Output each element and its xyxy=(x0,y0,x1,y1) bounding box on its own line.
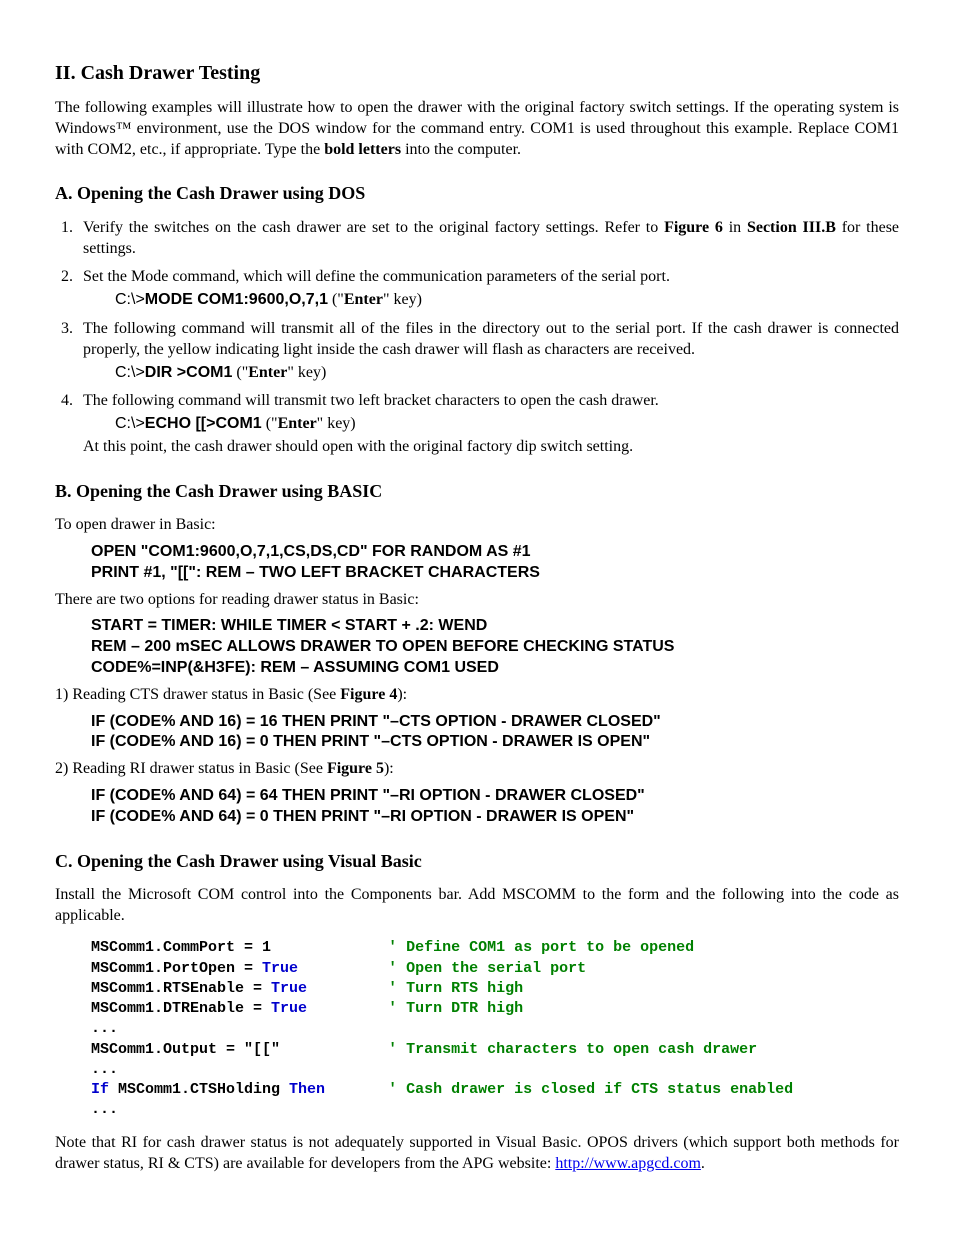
pad xyxy=(307,1000,388,1017)
list-item: The following command will transmit all … xyxy=(77,319,899,383)
intro-paragraph: The following examples will illustrate h… xyxy=(55,98,899,160)
text: 2) Reading RI drawer status in Basic (Se… xyxy=(55,760,327,777)
paragraph: Install the Microsoft COM control into t… xyxy=(55,885,899,927)
enter-key: Enter xyxy=(278,415,317,432)
text: The following command will transmit all … xyxy=(83,320,899,358)
code: ... xyxy=(91,1020,118,1037)
basic-code: OPEN "COM1:9600,O,7,1,CS,DS,CD" FOR RAND… xyxy=(91,542,899,584)
list-item: Verify the switches on the cash drawer a… xyxy=(77,218,899,260)
dos-steps-list: Verify the switches on the cash drawer a… xyxy=(55,218,899,458)
code-line: IF (CODE% AND 64) = 0 THEN PRINT "–RI OP… xyxy=(91,807,899,828)
bold-text: Section III.B xyxy=(747,219,836,236)
code-line: IF (CODE% AND 16) = 16 THEN PRINT "–CTS … xyxy=(91,712,899,733)
list-item: The following command will transmit two … xyxy=(77,391,899,457)
keyword: True xyxy=(262,960,298,977)
comment: ' Open the serial port xyxy=(388,960,586,977)
vb-code-block: MSComm1.CommPort = 1 ' Define COM1 as po… xyxy=(91,938,899,1120)
bold-text: Figure 4 xyxy=(340,686,397,703)
code: MSComm1.CTSHolding xyxy=(109,1081,289,1098)
text: " key) xyxy=(383,291,422,308)
subsection-a-heading: A. Opening the Cash Drawer using DOS xyxy=(55,182,899,205)
text: (" xyxy=(328,291,344,308)
comment: ' Define COM1 as port to be opened xyxy=(388,939,694,956)
bold-text: Figure 6 xyxy=(664,219,723,236)
code: MSComm1.DTREnable = xyxy=(91,1000,271,1017)
code-line: IF (CODE% AND 16) = 0 THEN PRINT "–CTS O… xyxy=(91,732,899,753)
pad xyxy=(325,1081,388,1098)
keyword: True xyxy=(271,1000,307,1017)
text: " key) xyxy=(287,364,326,381)
text: Note that RI for cash drawer status is n… xyxy=(55,1134,899,1172)
enter-key: Enter xyxy=(248,364,287,381)
pad xyxy=(307,980,388,997)
pad xyxy=(298,960,388,977)
comment: ' Transmit characters to open cash drawe… xyxy=(388,1041,757,1058)
command: MODE COM1:9600,O,7,1 xyxy=(145,291,328,308)
command: DIR >COM1 xyxy=(145,364,233,381)
text: Set the Mode command, which will define … xyxy=(83,268,670,285)
text: ): xyxy=(397,686,407,703)
text: . xyxy=(701,1155,705,1172)
code: MSComm1.RTSEnable = xyxy=(91,980,271,997)
text: The following command will transmit two … xyxy=(83,392,659,409)
text: (" xyxy=(232,364,248,381)
prompt: C:\> xyxy=(115,415,145,432)
subsection-c-heading: C. Opening the Cash Drawer using Visual … xyxy=(55,850,899,873)
section-heading: II. Cash Drawer Testing xyxy=(55,60,899,86)
bold-text: Figure 5 xyxy=(327,760,384,777)
subsection-b-heading: B. Opening the Cash Drawer using BASIC xyxy=(55,480,899,503)
keyword: True xyxy=(271,980,307,997)
code-line: REM – 200 mSEC ALLOWS DRAWER TO OPEN BEF… xyxy=(91,637,899,658)
text: Verify the switches on the cash drawer a… xyxy=(83,219,664,236)
code-line: CODE%=INP(&H3FE): REM – ASSUMING COM1 US… xyxy=(91,658,899,679)
apg-website-link[interactable]: http://www.apgcd.com xyxy=(555,1155,701,1172)
basic-code: IF (CODE% AND 16) = 16 THEN PRINT "–CTS … xyxy=(91,712,899,754)
code-line: PRINT #1, "[[": REM – TWO LEFT BRACKET C… xyxy=(91,563,899,584)
paragraph: Note that RI for cash drawer status is n… xyxy=(55,1133,899,1175)
code-line: START = TIMER: WHILE TIMER < START + .2:… xyxy=(91,616,899,637)
bold-text: bold letters xyxy=(324,141,401,158)
paragraph: 2) Reading RI drawer status in Basic (Se… xyxy=(55,759,899,780)
list-item: Set the Mode command, which will define … xyxy=(77,267,899,311)
keyword: If xyxy=(91,1081,109,1098)
command-line: C:\>ECHO [[>COM1 ("Enter" key) xyxy=(115,414,899,435)
text: At this point, the cash drawer should op… xyxy=(83,437,899,458)
basic-code: START = TIMER: WHILE TIMER < START + .2:… xyxy=(91,616,899,678)
command-line: C:\>DIR >COM1 ("Enter" key) xyxy=(115,363,899,384)
paragraph: 1) Reading CTS drawer status in Basic (S… xyxy=(55,685,899,706)
prompt: C:\> xyxy=(115,364,145,381)
command: ECHO [[>COM1 xyxy=(145,415,262,432)
enter-key: Enter xyxy=(344,291,383,308)
code-line: IF (CODE% AND 64) = 64 THEN PRINT "–RI O… xyxy=(91,786,899,807)
code: MSComm1.Output = "[[" xyxy=(91,1041,388,1058)
paragraph: To open drawer in Basic: xyxy=(55,515,899,536)
code: ... xyxy=(91,1061,118,1078)
comment: ' Turn RTS high xyxy=(388,980,523,997)
text: in xyxy=(723,219,747,236)
keyword: Then xyxy=(289,1081,325,1098)
code: ... xyxy=(91,1101,118,1118)
code: MSComm1.CommPort = 1 xyxy=(91,939,388,956)
code-line: OPEN "COM1:9600,O,7,1,CS,DS,CD" FOR RAND… xyxy=(91,542,899,563)
text: (" xyxy=(262,415,278,432)
text: into the computer. xyxy=(401,141,521,158)
text: ): xyxy=(384,760,394,777)
prompt: C:\> xyxy=(115,291,145,308)
comment: ' Cash drawer is closed if CTS status en… xyxy=(388,1081,793,1098)
text: 1) Reading CTS drawer status in Basic (S… xyxy=(55,686,340,703)
text: " key) xyxy=(317,415,356,432)
code: MSComm1.PortOpen = xyxy=(91,960,262,977)
basic-code: IF (CODE% AND 64) = 64 THEN PRINT "–RI O… xyxy=(91,786,899,828)
comment: ' Turn DTR high xyxy=(388,1000,523,1017)
paragraph: There are two options for reading drawer… xyxy=(55,590,899,611)
command-line: C:\>MODE COM1:9600,O,7,1 ("Enter" key) xyxy=(115,290,899,311)
